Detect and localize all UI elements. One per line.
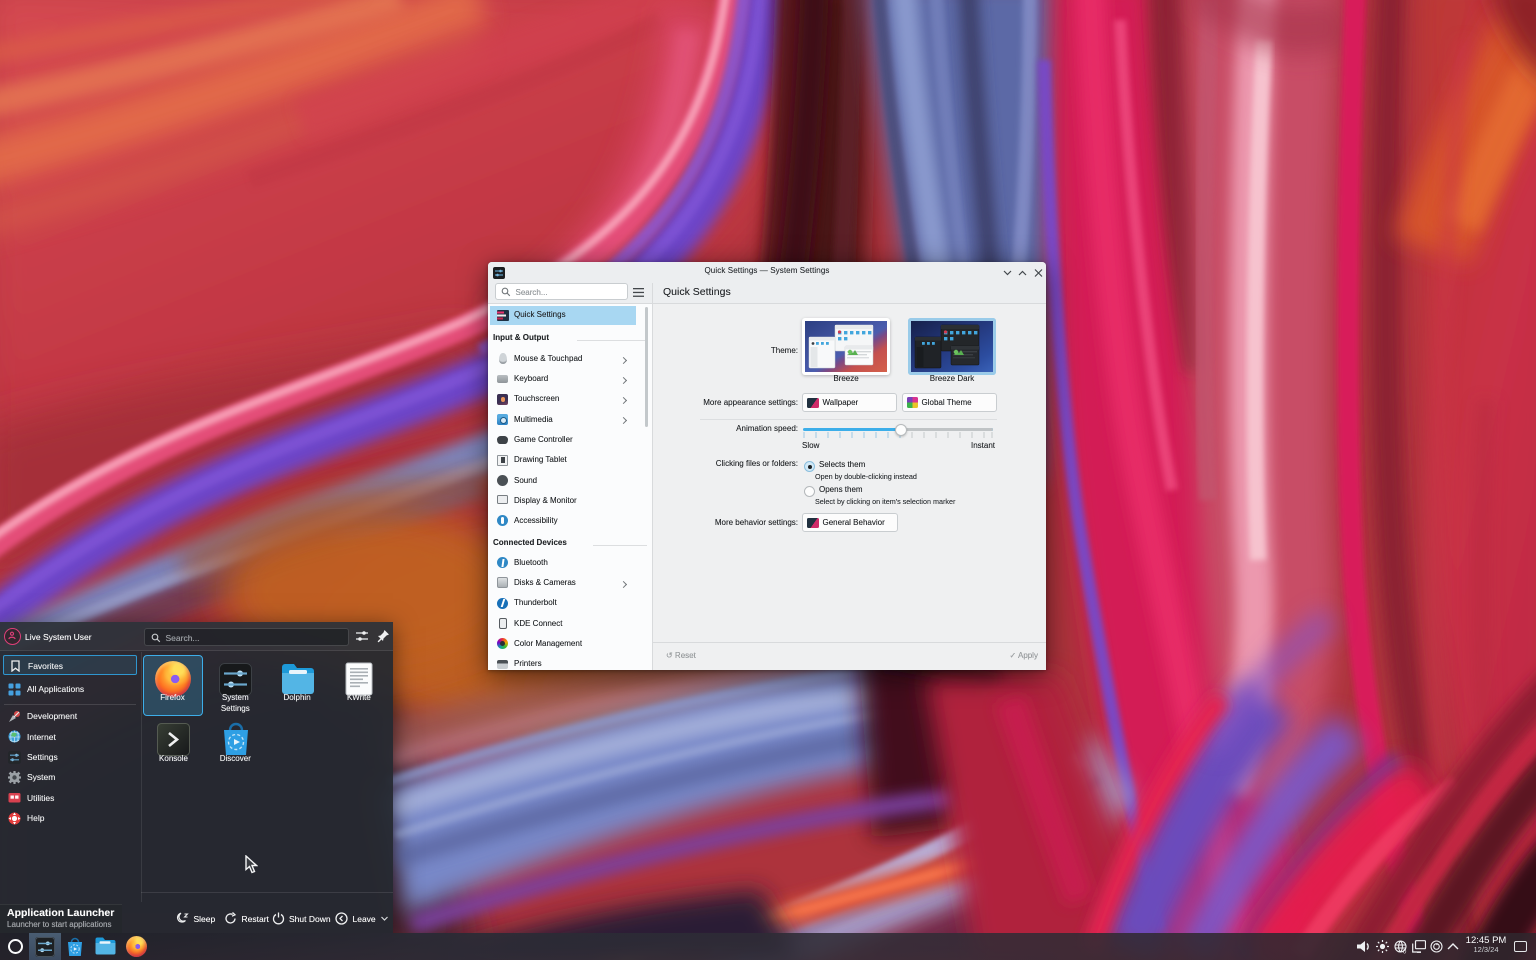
- svg-text:0: 0: [1403, 950, 1407, 955]
